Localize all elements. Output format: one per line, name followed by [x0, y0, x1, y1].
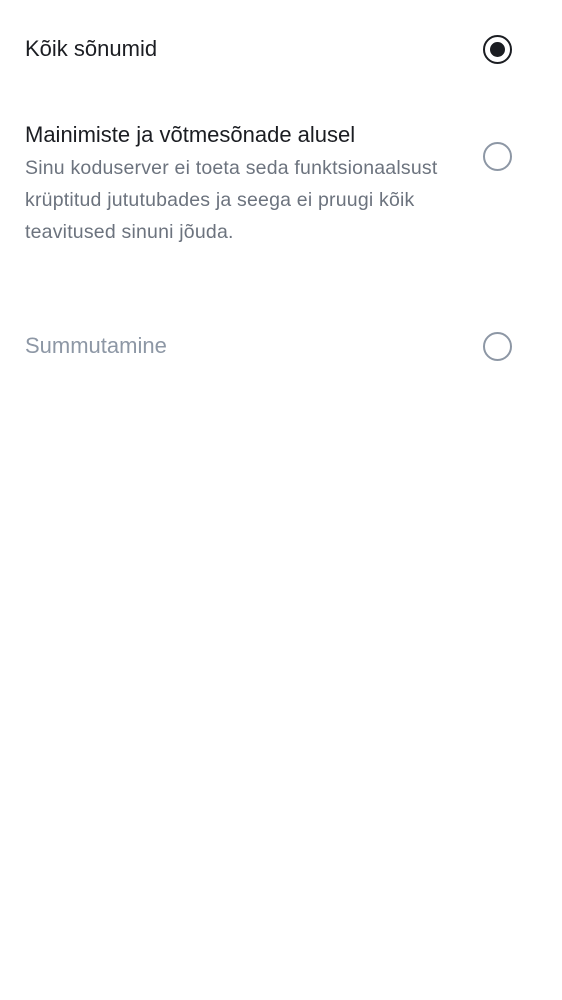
option-mentions-keywords-label: Mainimiste ja võtmesõnade alusel [25, 122, 356, 147]
option-all-messages[interactable]: Kõik sõnumid [0, 0, 562, 100]
option-mentions-keywords-description: Sinu koduserver ei toeta seda funktsiona… [25, 157, 438, 243]
radio-mute [483, 332, 512, 361]
radio-all-messages[interactable] [483, 35, 512, 64]
option-mentions-keywords[interactable]: Mainimiste ja võtmesõnade alusel Sinu ko… [0, 100, 562, 300]
option-mute: Summutamine [0, 300, 562, 390]
option-all-messages-label: Kõik sõnumid [25, 36, 158, 61]
option-mute-label: Summutamine [25, 333, 167, 358]
radio-selected-dot [490, 42, 505, 57]
radio-mentions-keywords[interactable] [483, 142, 512, 171]
